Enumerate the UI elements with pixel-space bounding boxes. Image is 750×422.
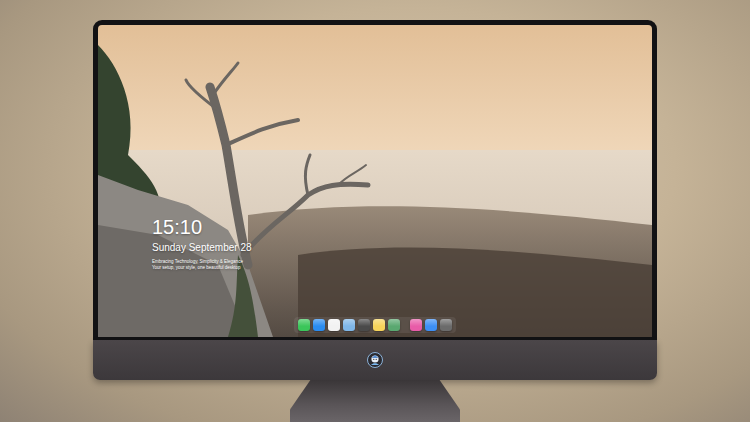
clock-note: Your setup, your style, one beautiful de… [152, 265, 652, 271]
dock-group [298, 319, 400, 331]
clock-widget: 15:10 Sunday September 28 Embracing Techno… [152, 215, 652, 271]
wallpaper [98, 25, 652, 337]
dock [294, 317, 456, 333]
brand-logo-icon [367, 352, 383, 368]
dock-app-icon[interactable] [388, 319, 400, 331]
dock-app-icon[interactable] [425, 319, 437, 331]
dock-app-icon[interactable] [358, 319, 370, 331]
desktop-screen: 15:10 Sunday September 28 Embracing Techno… [98, 25, 652, 337]
clock-time: 15:10 [152, 215, 652, 239]
clock-note: Embracing Technology, Simplicity & Elega… [152, 259, 652, 265]
dock-app-icon[interactable] [313, 319, 325, 331]
dock-app-icon[interactable] [298, 319, 310, 331]
monitor-stand [290, 380, 460, 422]
dock-app-icon[interactable] [343, 319, 355, 331]
dock-app-icon[interactable] [410, 319, 422, 331]
dock-group [410, 319, 452, 331]
page: 15:10 Sunday September 28 Embracing Techno… [0, 0, 750, 422]
dock-app-icon[interactable] [373, 319, 385, 331]
dock-app-icon[interactable] [440, 319, 452, 331]
clock-date: Sunday September 28 [152, 241, 652, 254]
monitor-chin [93, 340, 657, 380]
monitor-bezel: 15:10 Sunday September 28 Embracing Techno… [93, 20, 657, 340]
dock-app-icon[interactable] [328, 319, 340, 331]
